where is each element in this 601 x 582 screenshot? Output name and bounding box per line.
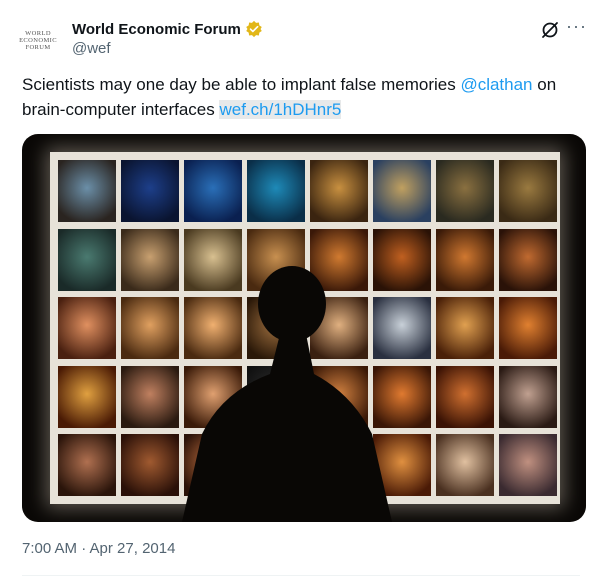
timestamp[interactable]: 7:00 AM · Apr 27, 2014: [22, 540, 175, 557]
handle[interactable]: @wef: [72, 40, 111, 57]
photo-tile: [373, 434, 431, 496]
photo-tile: [184, 160, 242, 222]
photo-tile: [247, 434, 305, 496]
photo-tile: [58, 365, 116, 428]
url-link[interactable]: wef.ch/1hDHnr5: [219, 100, 342, 119]
photo-tile: [184, 365, 242, 428]
photo-tile: [58, 297, 116, 359]
photo-tile: [121, 160, 179, 222]
photo-tile: [310, 228, 368, 291]
photo-tile: [499, 365, 557, 428]
photo-tile: [184, 434, 242, 496]
photo-tile: [373, 297, 431, 359]
photo-tile: [247, 228, 305, 291]
photo-tile: [184, 297, 242, 359]
photo-tile: [121, 228, 179, 291]
photo-tile: [436, 365, 494, 428]
more-icon[interactable]: ···: [566, 16, 587, 37]
photo-tile: [373, 228, 431, 291]
display-name[interactable]: World Economic Forum: [72, 21, 241, 38]
grok-icon[interactable]: [540, 20, 560, 40]
photo-tile: [310, 434, 368, 496]
photo-tile: [247, 160, 305, 222]
photo-tile: [373, 365, 431, 428]
photo-tile: [121, 365, 179, 428]
mention-link[interactable]: @clathan: [460, 75, 532, 94]
wef-logo: WORLD ECONOMIC FORUM: [19, 29, 57, 51]
avatar[interactable]: WORLD ECONOMIC FORUM: [14, 16, 62, 64]
photo-tile: [58, 228, 116, 291]
photo-board: [50, 152, 560, 504]
photo-tile: [247, 365, 305, 428]
photo-tile: [184, 228, 242, 291]
photo-tile: [58, 434, 116, 496]
photo-tile: [499, 297, 557, 359]
photo-tile: [436, 434, 494, 496]
photo-tile: [121, 297, 179, 359]
photo-tile: [499, 434, 557, 496]
photo-tile: [310, 297, 368, 359]
photo-tile: [373, 160, 431, 222]
photo-tile: [247, 297, 305, 359]
photo-tile: [436, 160, 494, 222]
divider: [22, 575, 580, 576]
photo-tile: [436, 297, 494, 359]
photo-tile: [436, 228, 494, 291]
photo-tile: [310, 365, 368, 428]
photo-tile: [499, 160, 557, 222]
tweet-text: Scientists may one day be able to implan…: [22, 72, 582, 122]
author-name-row: World Economic Forum: [72, 20, 263, 38]
photo-tile: [310, 160, 368, 222]
photo-tile: [499, 228, 557, 291]
photo-tile: [121, 434, 179, 496]
photo-tile: [58, 160, 116, 222]
tweet-media[interactable]: [22, 134, 586, 522]
tweet-text-part: Scientists may one day be able to implan…: [22, 75, 461, 94]
verified-badge-icon: [246, 20, 262, 38]
